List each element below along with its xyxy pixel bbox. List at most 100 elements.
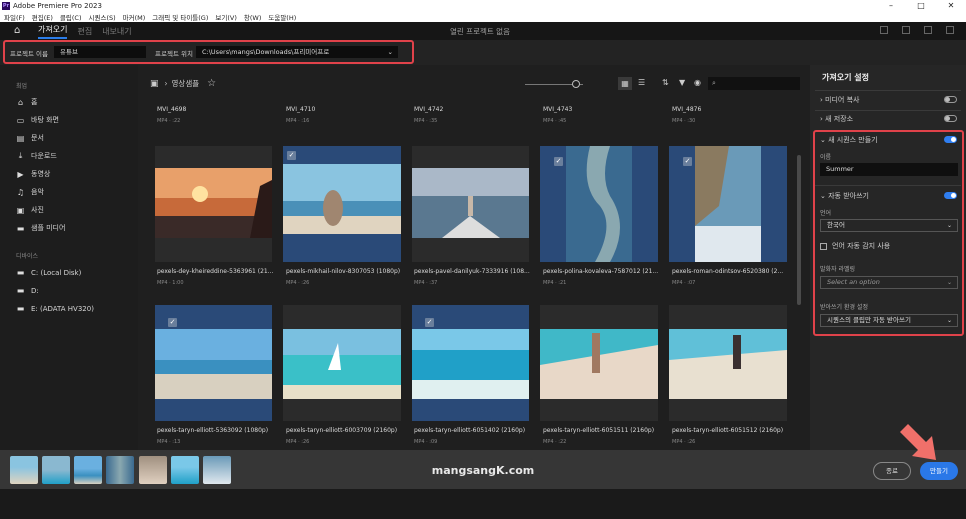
- fullscreen-icon[interactable]: [880, 26, 888, 34]
- clip-name[interactable]: pexels-mikhail-nilov-8307053 (1080p): [286, 268, 406, 275]
- clip-thumbnail[interactable]: [155, 146, 272, 262]
- clip-name[interactable]: MVI_4710: [286, 106, 406, 113]
- clip-meta: MP4 · :21: [543, 280, 567, 286]
- checkbox-icon[interactable]: ✓: [168, 318, 177, 327]
- clip-name[interactable]: pexels-polina-kovaleva-7587012 (21...: [543, 268, 663, 275]
- checkbox-icon[interactable]: ✓: [425, 318, 434, 327]
- clip-thumbnail[interactable]: [669, 305, 787, 421]
- maximize-button[interactable]: □: [906, 0, 936, 11]
- speaker-select[interactable]: Select an option ⌄: [820, 276, 958, 289]
- chevron-down-icon: ⌄: [820, 192, 829, 200]
- new-sequence-row[interactable]: ⌄ 새 시퀀스 만들기: [820, 135, 878, 145]
- clip-name[interactable]: MVI_4876: [672, 106, 792, 113]
- tab-import[interactable]: 가져오기: [38, 24, 68, 39]
- menu-file[interactable]: 파일(F): [4, 12, 25, 22]
- clip-name[interactable]: pexels-taryn-elliott-6003709 (2160p): [286, 427, 406, 434]
- sidebar-item-label: D:: [31, 286, 39, 295]
- sidebar-item-pictures[interactable]: ▣ 사진: [16, 205, 44, 215]
- search-input[interactable]: ⌕: [708, 77, 800, 90]
- close-button[interactable]: ✕: [936, 0, 966, 11]
- clip-name[interactable]: MVI_4742: [414, 106, 534, 113]
- clip-thumbnail[interactable]: ✓: [283, 146, 401, 262]
- status-bar: [0, 489, 966, 519]
- home-icon: ⌂: [17, 97, 24, 107]
- clip-name[interactable]: pexels-taryn-elliott-6051511 (2160p): [543, 427, 663, 434]
- filter-icon[interactable]: ▼: [679, 78, 685, 87]
- sidebar-item-downloads[interactable]: ⤓ 다운로드: [16, 151, 57, 161]
- star-icon[interactable]: ☆: [207, 78, 216, 89]
- menu-graphics[interactable]: 그래픽 및 타이틀(G): [152, 12, 208, 22]
- clip-thumbnail[interactable]: [412, 146, 529, 262]
- checkbox-icon[interactable]: [820, 242, 827, 250]
- auto-transcribe-row[interactable]: ⌄ 자동 받아쓰기: [820, 191, 869, 201]
- menu-clip[interactable]: 클립(C): [60, 12, 82, 22]
- auto-transcribe-toggle[interactable]: [944, 192, 957, 199]
- menu-window[interactable]: 창(W): [244, 12, 261, 22]
- new-sequence-toggle[interactable]: [944, 136, 957, 143]
- menu-help[interactable]: 도움말(H): [268, 12, 296, 22]
- clip-name[interactable]: MVI_4743: [543, 106, 663, 113]
- clip-meta: MP4 · :13: [157, 439, 181, 445]
- clip-name[interactable]: pexels-pavel-danilyuk-7333916 (108...: [414, 268, 534, 275]
- checkbox-icon[interactable]: ✓: [683, 157, 692, 166]
- sidebar-item-drive-e[interactable]: ▬ E: (ADATA HV320): [16, 304, 94, 313]
- home-icon[interactable]: ⌂: [14, 26, 26, 36]
- clip-name[interactable]: pexels-dey-kheireddine-5363961 (21...: [157, 268, 277, 275]
- project-status-title: 열린 프로젝트 없음: [450, 27, 510, 36]
- sidebar-item-videos[interactable]: ▶ 동영상: [16, 169, 50, 179]
- clip-thumbnail[interactable]: ✓: [540, 146, 658, 262]
- sidebar-item-music[interactable]: ♫ 음악: [16, 187, 44, 197]
- breadcrumb-current[interactable]: 영상샘플: [172, 78, 200, 89]
- menu-marker[interactable]: 마커(M): [123, 12, 146, 22]
- language-select[interactable]: 한국어 ⌄: [820, 219, 958, 232]
- clip-name[interactable]: pexels-roman-odintsov-6520380 (2...: [672, 268, 792, 275]
- menu-sequence[interactable]: 시퀀스(S): [89, 12, 116, 22]
- clip-thumbnail[interactable]: ✓: [669, 146, 787, 262]
- media-copy-row[interactable]: › 미디어 복사: [820, 95, 859, 105]
- sequence-name-input[interactable]: Summer: [820, 163, 958, 176]
- vertical-scrollbar[interactable]: [797, 155, 801, 305]
- sidebar-item-label: E: (ADATA HV320): [31, 304, 94, 313]
- new-bin-row[interactable]: › 새 저장소: [820, 114, 853, 124]
- clip-name[interactable]: pexels-taryn-elliott-6051402 (2160p): [414, 427, 534, 434]
- sidebar-item-documents[interactable]: ▤ 문서: [16, 133, 44, 143]
- project-location-select[interactable]: C:\Users\mangs\Downloads\프리미어프로 ⌄: [196, 46, 398, 58]
- transcribe-pref-select[interactable]: 시퀀스의 클립만 자동 받아쓰기 ⌄: [820, 314, 958, 327]
- auto-detect-row[interactable]: 언어 자동 감지 사용: [820, 241, 890, 251]
- sidebar-item-drive-c[interactable]: ▬ C: (Local Disk): [16, 268, 82, 277]
- clip-name[interactable]: MVI_4698: [157, 106, 277, 113]
- tab-export[interactable]: 내보내기: [102, 26, 131, 37]
- menu-edit[interactable]: 편집(E): [32, 12, 53, 22]
- expand-icon[interactable]: [946, 26, 954, 34]
- grid-view-icon[interactable]: ▦: [618, 77, 632, 90]
- new-bin-toggle[interactable]: [944, 115, 957, 122]
- clip-thumbnail[interactable]: ✓: [155, 305, 272, 421]
- chevron-down-icon: ⌄: [387, 48, 393, 56]
- new-sequence-label: 새 시퀀스 만들기: [828, 136, 878, 144]
- clip-thumbnail[interactable]: [540, 305, 658, 421]
- window-title: Adobe Premiere Pro 2023: [13, 1, 102, 10]
- clip-name[interactable]: pexels-taryn-elliott-6051512 (2160p): [672, 427, 792, 434]
- clip-thumbnail[interactable]: [283, 305, 401, 421]
- checkbox-icon[interactable]: ✓: [287, 151, 296, 160]
- minimize-button[interactable]: –: [876, 0, 906, 11]
- sidebar-item-desktop[interactable]: ▭ 바탕 화면: [16, 115, 59, 125]
- clip-name[interactable]: pexels-taryn-elliott-5363092 (1080p): [157, 427, 277, 434]
- drive-icon: ▬: [16, 304, 25, 313]
- list-view-icon[interactable]: ☰: [638, 78, 645, 87]
- clip-thumbnail[interactable]: ✓: [412, 305, 529, 421]
- media-copy-toggle[interactable]: [944, 96, 957, 103]
- checkbox-icon[interactable]: ✓: [554, 157, 563, 166]
- eye-icon[interactable]: ◉: [694, 78, 701, 87]
- slider-handle[interactable]: [572, 80, 580, 88]
- workspaces-icon[interactable]: [924, 26, 932, 34]
- project-name-input[interactable]: 유튜브: [54, 46, 146, 58]
- sort-icon[interactable]: ⇅: [662, 78, 669, 87]
- folder-icon[interactable]: ▣: [150, 79, 159, 89]
- menu-view[interactable]: 보기(V): [215, 12, 236, 22]
- share-icon[interactable]: [902, 26, 910, 34]
- sidebar-item-sample-media[interactable]: ▬ 샘플 미디어: [16, 223, 66, 233]
- sidebar-item-home[interactable]: ⌂ 홈: [16, 97, 38, 107]
- tab-edit[interactable]: 편집: [77, 26, 92, 37]
- sidebar-item-drive-d[interactable]: ▬ D:: [16, 286, 39, 295]
